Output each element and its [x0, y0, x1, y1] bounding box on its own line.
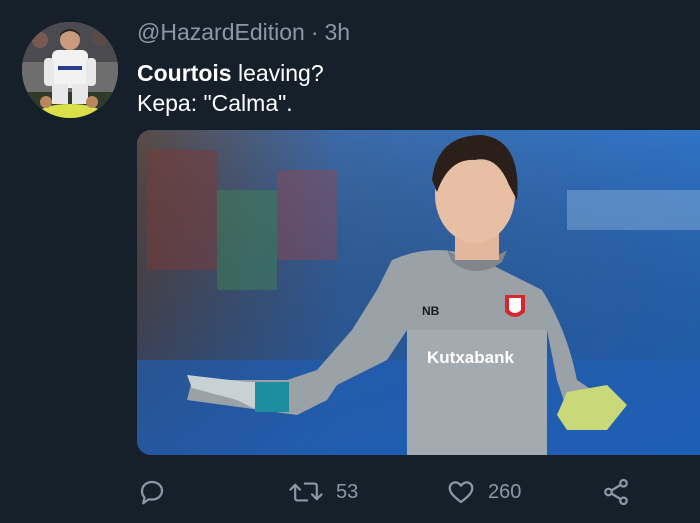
like-button[interactable]: 260	[446, 470, 521, 514]
timestamp[interactable]: 3h	[325, 19, 351, 45]
tweet-meta: @HazardEdition · 3h	[137, 19, 350, 46]
heart-icon[interactable]	[446, 477, 476, 507]
share-button[interactable]	[601, 470, 631, 514]
tweet-text-line2: Kepa: "Calma".	[137, 90, 293, 116]
retweet-icon[interactable]	[288, 477, 324, 507]
tweet-text-bold: Courtois	[137, 60, 232, 86]
tweet-actions: 53 260	[0, 470, 700, 514]
share-icon[interactable]	[601, 477, 631, 507]
tweet-media[interactable]: Kutxabank NB	[137, 130, 700, 455]
retweet-count: 53	[336, 480, 359, 503]
svg-text:NB: NB	[422, 304, 440, 318]
retweet-button[interactable]: 53	[288, 470, 358, 514]
tweet-text-rest: leaving?	[231, 60, 324, 86]
meta-separator: ·	[310, 19, 319, 45]
tweet[interactable]: @HazardEdition · 3h Courtois leaving? Kepa…	[0, 0, 700, 523]
user-handle[interactable]: @HazardEdition	[137, 19, 305, 45]
reply-icon[interactable]	[137, 477, 167, 507]
tweet-text: Courtois leaving? Kepa: "Calma".	[137, 58, 324, 118]
jersey-sponsor-text: Kutxabank	[427, 348, 514, 367]
reply-button[interactable]	[137, 470, 167, 514]
like-count: 260	[488, 480, 522, 503]
avatar[interactable]	[22, 22, 118, 118]
